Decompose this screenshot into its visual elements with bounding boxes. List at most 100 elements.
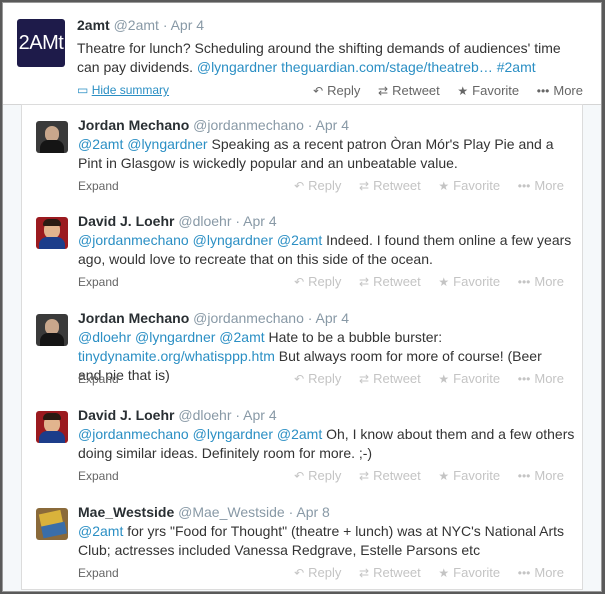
- mention-link[interactable]: @lyngardner: [197, 59, 277, 75]
- tweet-body: Hate to be a bubble burster:: [268, 329, 443, 345]
- tweet-actions: ↶ Reply ⇄ Retweet ★ Favorite ••• More: [280, 565, 564, 580]
- expand-link[interactable]: Expand: [78, 372, 119, 386]
- user-name[interactable]: David J. Loehr: [78, 407, 174, 423]
- more-button[interactable]: ••• More: [518, 468, 564, 483]
- more-button[interactable]: ••• More: [537, 83, 583, 98]
- reply-icon: ↶: [313, 84, 324, 98]
- retweet-icon: ⇄: [378, 84, 389, 98]
- mention-link[interactable]: @lyngardner: [135, 329, 215, 345]
- user-name[interactable]: Mae_Westside: [78, 504, 174, 520]
- reply-tweet[interactable]: David J. Loehr @dloehr · Apr 4 @jordanme…: [21, 395, 583, 493]
- tweet-actions: ↶ Reply ⇄ Retweet ★ Favorite ••• More: [280, 371, 564, 386]
- retweet-button[interactable]: ⇄ Retweet: [359, 565, 421, 580]
- reply-button[interactable]: ↶ Reply: [294, 371, 341, 386]
- expand-link[interactable]: Expand: [78, 179, 119, 193]
- summary-icon: ▭: [77, 83, 89, 97]
- ellipsis-icon: •••: [517, 372, 531, 386]
- tweet-text: @2amt for yrs "Food for Thought" (theatr…: [78, 522, 578, 560]
- timestamp[interactable]: Apr 8: [296, 504, 329, 520]
- user-handle[interactable]: @2amt: [114, 17, 159, 33]
- mention-link[interactable]: @2amt: [277, 232, 322, 248]
- expand-link[interactable]: Expand: [78, 469, 119, 483]
- reply-button[interactable]: ↶ Reply: [313, 83, 360, 98]
- retweet-button[interactable]: ⇄ Retweet: [359, 468, 421, 483]
- more-button[interactable]: ••• More: [518, 178, 564, 193]
- retweet-icon: ⇄: [359, 372, 370, 386]
- mention-link[interactable]: @lyngardner: [193, 232, 273, 248]
- retweet-icon: ⇄: [359, 179, 370, 193]
- timestamp[interactable]: Apr 4: [171, 17, 204, 33]
- favorite-button[interactable]: ★ Favorite: [438, 371, 500, 386]
- user-handle[interactable]: @Mae_Westside: [178, 504, 285, 520]
- ellipsis-icon: •••: [517, 275, 531, 289]
- tweet-body: for yrs "Food for Thought" (theatre + lu…: [78, 523, 565, 558]
- url-link[interactable]: theguardian.com/stage/theatreb…: [281, 59, 493, 75]
- user-handle[interactable]: @dloehr: [178, 407, 231, 423]
- reply-button[interactable]: ↶ Reply: [294, 565, 341, 580]
- favorite-button[interactable]: ★ Favorite: [438, 178, 500, 193]
- reply-button[interactable]: ↶ Reply: [294, 468, 341, 483]
- mention-link[interactable]: @jordanmechano: [78, 232, 189, 248]
- avatar[interactable]: [36, 411, 68, 443]
- url-link[interactable]: tinydynamite.org/whatisppp.htm: [78, 348, 275, 364]
- tweet-text: @jordanmechano @lyngardner @2amt Oh, I k…: [78, 425, 578, 463]
- star-icon: ★: [438, 372, 450, 386]
- more-button[interactable]: ••• More: [518, 371, 564, 386]
- mention-link[interactable]: @lyngardner: [127, 136, 207, 152]
- avatar[interactable]: [36, 217, 68, 249]
- reply-tweet[interactable]: Jordan Mechano @jordanmechano · Apr 4 @2…: [21, 104, 583, 203]
- retweet-icon: ⇄: [359, 275, 370, 289]
- retweet-button[interactable]: ⇄ Retweet: [359, 274, 421, 289]
- reply-icon: ↶: [294, 566, 305, 580]
- reply-icon: ↶: [294, 469, 305, 483]
- more-button[interactable]: ••• More: [518, 274, 564, 289]
- user-handle[interactable]: @jordanmechano: [193, 117, 304, 133]
- reply-icon: ↶: [294, 372, 305, 386]
- retweet-icon: ⇄: [359, 566, 370, 580]
- ellipsis-icon: •••: [536, 84, 550, 98]
- reply-tweet[interactable]: Mae_Westside @Mae_Westside · Apr 8 @2amt…: [21, 492, 583, 590]
- timestamp[interactable]: Apr 4: [316, 117, 349, 133]
- tweet-actions: ↶ Reply ⇄ Retweet ★ Favorite ••• More: [280, 468, 564, 483]
- favorite-button[interactable]: ★ Favorite: [438, 565, 500, 580]
- avatar[interactable]: [36, 314, 68, 346]
- favorite-button[interactable]: ★ Favorite: [438, 468, 500, 483]
- user-name[interactable]: David J. Loehr: [78, 213, 174, 229]
- hide-summary-link[interactable]: ▭ Hide summary: [77, 83, 169, 97]
- timestamp[interactable]: Apr 4: [243, 407, 276, 423]
- retweet-button[interactable]: ⇄ Retweet: [359, 178, 421, 193]
- mention-link[interactable]: @2amt: [219, 329, 264, 345]
- ellipsis-icon: •••: [517, 469, 531, 483]
- more-button[interactable]: ••• More: [518, 565, 564, 580]
- favorite-button[interactable]: ★ Favorite: [457, 83, 519, 98]
- mention-link[interactable]: @2amt: [277, 426, 322, 442]
- reply-button[interactable]: ↶ Reply: [294, 274, 341, 289]
- mention-link[interactable]: @dloehr: [78, 329, 131, 345]
- user-name[interactable]: 2amt: [77, 17, 110, 33]
- tweet-header: 2amt @2amt · Apr 4: [77, 17, 205, 33]
- main-tweet[interactable]: 2AMt 2amt @2amt · Apr 4 Theatre for lunc…: [3, 3, 601, 105]
- expand-link[interactable]: Expand: [78, 566, 119, 580]
- mention-link[interactable]: @2amt: [78, 136, 123, 152]
- expand-link[interactable]: Expand: [78, 275, 119, 289]
- reply-tweet[interactable]: Jordan Mechano @jordanmechano · Apr 4 @d…: [21, 298, 583, 396]
- user-name[interactable]: Jordan Mechano: [78, 117, 189, 133]
- star-icon: ★: [457, 84, 469, 98]
- avatar[interactable]: 2AMt: [17, 19, 65, 67]
- hashtag-link[interactable]: #2amt: [497, 59, 536, 75]
- reply-button[interactable]: ↶ Reply: [294, 178, 341, 193]
- timestamp[interactable]: Apr 4: [243, 213, 276, 229]
- mention-link[interactable]: @lyngardner: [193, 426, 273, 442]
- user-handle[interactable]: @jordanmechano: [193, 310, 304, 326]
- avatar[interactable]: [36, 508, 68, 540]
- mention-link[interactable]: @jordanmechano: [78, 426, 189, 442]
- user-name[interactable]: Jordan Mechano: [78, 310, 189, 326]
- user-handle[interactable]: @dloehr: [178, 213, 231, 229]
- mention-link[interactable]: @2amt: [78, 523, 123, 539]
- retweet-button[interactable]: ⇄ Retweet: [359, 371, 421, 386]
- timestamp[interactable]: Apr 4: [316, 310, 349, 326]
- retweet-button[interactable]: ⇄ Retweet: [378, 83, 440, 98]
- favorite-button[interactable]: ★ Favorite: [438, 274, 500, 289]
- avatar[interactable]: [36, 121, 68, 153]
- reply-tweet[interactable]: David J. Loehr @dloehr · Apr 4 @jordanme…: [21, 201, 583, 299]
